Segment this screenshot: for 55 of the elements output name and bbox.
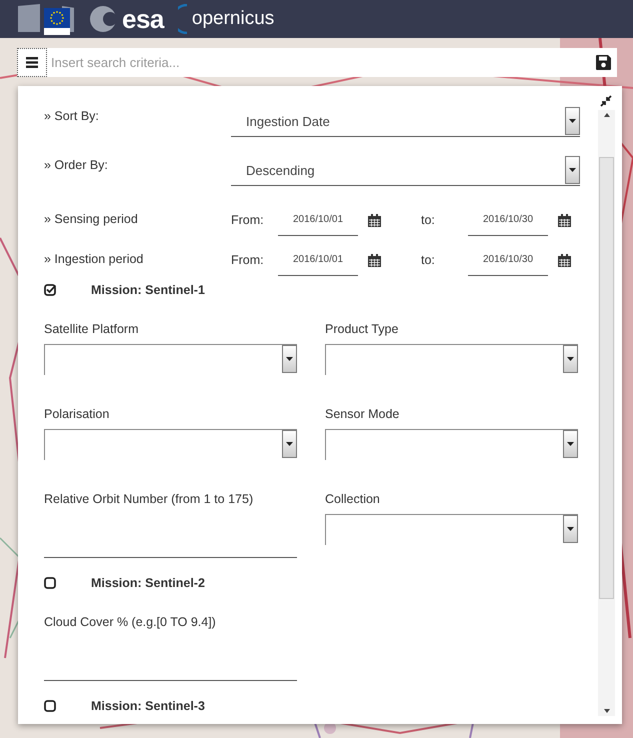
- mission-title: Mission: Sentinel-1: [91, 283, 205, 297]
- field-label: Cloud Cover % (e.g.[0 TO 9.4]): [44, 615, 217, 631]
- period-label: » Ingestion period: [44, 251, 144, 266]
- caret-icon: [567, 442, 574, 446]
- to-label: to:: [421, 213, 436, 227]
- field-label: Satellite Platform: [44, 322, 140, 338]
- dropdown[interactable]: [44, 344, 297, 375]
- scroll-up-icon[interactable]: [604, 113, 610, 117]
- checkbox[interactable]: [44, 577, 56, 589]
- caret-icon: [286, 442, 293, 446]
- date-field[interactable]: 2016/10/30: [468, 244, 548, 276]
- dropdown[interactable]: Ingestion Date: [231, 106, 580, 137]
- dropdown[interactable]: [325, 429, 578, 460]
- field-label: Product Type: [325, 322, 400, 338]
- mission-title: Mission: Sentinel-2: [91, 576, 205, 590]
- copernicus-logo-text: opernicus: [192, 7, 274, 31]
- dropdown[interactable]: [44, 429, 297, 460]
- field-label: Sensor Mode: [325, 407, 400, 423]
- checkbox[interactable]: [44, 700, 56, 712]
- field-label: Collection: [325, 492, 381, 508]
- calendar-icon[interactable]: [368, 214, 381, 226]
- menu-button[interactable]: [17, 48, 47, 77]
- to-label: to:: [421, 253, 436, 267]
- date-field[interactable]: 2016/10/01: [278, 244, 358, 276]
- esa-logo-text: esa: [122, 4, 164, 34]
- search-field[interactable]: Insert search criteria...: [47, 48, 589, 77]
- caret-icon: [286, 357, 293, 361]
- caret-icon: [567, 527, 574, 531]
- caret-icon: [567, 357, 574, 361]
- save-icon: [596, 55, 610, 70]
- dropdown[interactable]: Descending: [231, 155, 580, 186]
- arc-logo-icon: [178, 4, 188, 34]
- period-label: » Sensing period: [44, 211, 139, 226]
- from-label: From:: [231, 253, 265, 267]
- option-label: » Order By:: [44, 157, 109, 172]
- option-label: » Sort By:: [44, 108, 100, 123]
- date-field[interactable]: 2016/10/01: [278, 204, 358, 236]
- field-label: Relative Orbit Number (from 1 to 175): [44, 492, 254, 508]
- menu-icon: [26, 57, 38, 68]
- calendar-icon[interactable]: [368, 254, 381, 266]
- calendar-icon[interactable]: [558, 254, 571, 266]
- caret-icon: [569, 168, 576, 172]
- date-field[interactable]: 2016/10/30: [468, 204, 548, 236]
- calendar-icon[interactable]: [558, 214, 571, 226]
- save-button[interactable]: [589, 48, 617, 77]
- dropdown[interactable]: [325, 514, 578, 545]
- checkbox[interactable]: [44, 284, 56, 296]
- compress-icon[interactable]: [600, 95, 612, 107]
- caret-icon: [569, 119, 576, 123]
- dropdown[interactable]: [325, 344, 578, 375]
- scroll-down-icon[interactable]: [604, 709, 610, 713]
- scrollbar[interactable]: [598, 110, 615, 716]
- field-label: Polarisation: [44, 407, 110, 423]
- from-label: From:: [231, 213, 265, 227]
- mission-title: Mission: Sentinel-3: [91, 699, 205, 713]
